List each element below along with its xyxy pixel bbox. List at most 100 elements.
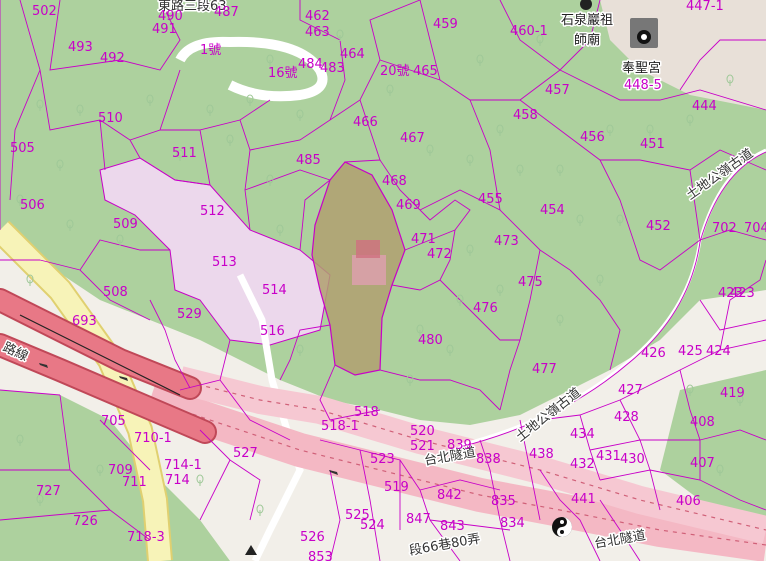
parcel-label: 502 — [32, 4, 57, 19]
parcel-label: 513 — [212, 255, 237, 270]
parcel-label: 834 — [500, 516, 525, 531]
parcel-label: 487 — [214, 5, 239, 20]
parcel-label: 426 — [641, 346, 666, 361]
parcel-label: 460-1 — [510, 24, 548, 39]
parcel-label: 521 — [410, 439, 435, 454]
parcel-label: 444 — [692, 99, 717, 114]
parcel-label: 519 — [384, 480, 409, 495]
parcel-label: 467 — [400, 131, 425, 146]
parcel-label: 512 — [200, 204, 225, 219]
parcel-label: 510 — [98, 111, 123, 126]
parcel-label: 472 — [427, 247, 452, 262]
parcel-label: 20號 — [380, 64, 410, 79]
parcel-label: 853 — [308, 550, 333, 561]
parcel-label: 458 — [513, 108, 538, 123]
parcel-label: 434 — [570, 427, 595, 442]
parcel-label: 702 — [712, 221, 737, 236]
temple-name-1[interactable]: 石泉巖祖 — [560, 11, 615, 30]
parcel-label: 480 — [418, 333, 443, 348]
parcel-label: 408 — [690, 415, 715, 430]
parcel-label: 452 — [646, 219, 671, 234]
parcel-label: 843 — [440, 519, 465, 534]
parcel-label: 727 — [36, 484, 61, 499]
parcel-label: 491 — [152, 22, 177, 37]
parcel-label: 485 — [296, 153, 321, 168]
parcel-label: 710-1 — [134, 431, 172, 446]
parcel-label: 463 — [305, 25, 330, 40]
parcel-label: 505 — [10, 141, 35, 156]
parcel-label: 476 — [473, 301, 498, 316]
parcel-label: 425 — [678, 344, 703, 359]
temple-lot-label: 448-5 — [624, 78, 662, 93]
parcel-label: 847 — [406, 512, 431, 527]
parcel-label: 466 — [353, 115, 378, 130]
parcel-label: 711 — [122, 475, 147, 490]
parcel-label: 527 — [233, 446, 258, 461]
parcel-label: 493 — [68, 40, 93, 55]
parcel-label: 407 — [690, 456, 715, 471]
parcel-label: 430 — [620, 452, 645, 467]
masked-area — [352, 255, 386, 285]
parcel-label: 508 — [103, 285, 128, 300]
parcel-label: 509 — [113, 217, 138, 232]
parcel-label: 838 — [476, 452, 501, 467]
cadastral-map[interactable]: 石泉巖祖 師廟 奉聖宮 448-5 東路三段63 土地公嶺古道 土地公嶺古道 台… — [0, 0, 766, 561]
parcel-label: 464 — [340, 47, 365, 62]
parcel-label: 475 — [518, 275, 543, 290]
parcel-label: 457 — [545, 83, 570, 98]
parcel-label: 16號 — [268, 66, 298, 81]
temple-icon[interactable] — [630, 18, 658, 48]
parcel-label: 704 — [744, 221, 766, 236]
parcel-label: 432 — [570, 457, 595, 472]
parcel-label: 492 — [100, 51, 125, 66]
parcel-label: 427 — [618, 383, 643, 398]
parcel-label: 431 — [596, 449, 621, 464]
parcel-label: 518 — [354, 405, 379, 420]
parcel-label: 506 — [20, 198, 45, 213]
parcel-label: 714 — [165, 473, 190, 488]
parcel-label: 447-1 — [686, 0, 724, 14]
parcel-label: 483 — [320, 61, 345, 76]
temple-name-2[interactable]: 奉聖宮 — [621, 59, 663, 78]
parcel-label: 526 — [300, 530, 325, 545]
parcel-label: 406 — [676, 494, 701, 509]
parcel-label: 468 — [382, 174, 407, 189]
parcel-label: 473 — [494, 234, 519, 249]
parcel-label: 477 — [532, 362, 557, 377]
masked-area-2 — [356, 240, 380, 258]
parcel-label: 520 — [410, 424, 435, 439]
parcel-label: 726 — [73, 514, 98, 529]
parcel-label: 462 — [305, 9, 330, 24]
parcel-label: 423 — [730, 286, 755, 301]
parcel-label: 438 — [529, 447, 554, 462]
parcel-label: 514 — [262, 283, 287, 298]
parcel-label: 419 — [720, 386, 745, 401]
map-canvas[interactable]: 石泉巖祖 師廟 奉聖宮 448-5 東路三段63 土地公嶺古道 土地公嶺古道 台… — [0, 0, 766, 561]
parcel-label: 469 — [396, 198, 421, 213]
parcel-label: 1號 — [200, 43, 221, 58]
parcel-label: 471 — [411, 232, 436, 247]
parcel-label: 693 — [72, 314, 97, 329]
parcel-label: 529 — [177, 307, 202, 322]
parcel-label: 525 — [345, 508, 370, 523]
parcel-label: 441 — [571, 492, 596, 507]
parcel-label: 842 — [437, 488, 462, 503]
parcel-label: 718-3 — [127, 530, 165, 545]
parcel-label: 714-1 — [164, 458, 202, 473]
parcel-label: 465 — [413, 64, 438, 79]
parcel-label: 424 — [706, 344, 731, 359]
parcel-label: 518-1 — [321, 419, 359, 434]
temple-name-1b[interactable]: 師廟 — [573, 31, 602, 50]
parcel-label: 451 — [640, 137, 665, 152]
parcel-label: 511 — [172, 146, 197, 161]
parcel-label: 523 — [370, 452, 395, 467]
parcel-label: 705 — [101, 414, 126, 429]
yin-yang-icon[interactable] — [552, 517, 572, 537]
parcel-label: 839 — [447, 438, 472, 453]
parcel-label: 835 — [491, 494, 516, 509]
parcel-label: 456 — [580, 130, 605, 145]
parcel-label: 454 — [540, 203, 565, 218]
parcel-label: 428 — [614, 410, 639, 425]
parcel-label: 459 — [433, 17, 458, 32]
parcel-label: 516 — [260, 324, 285, 339]
